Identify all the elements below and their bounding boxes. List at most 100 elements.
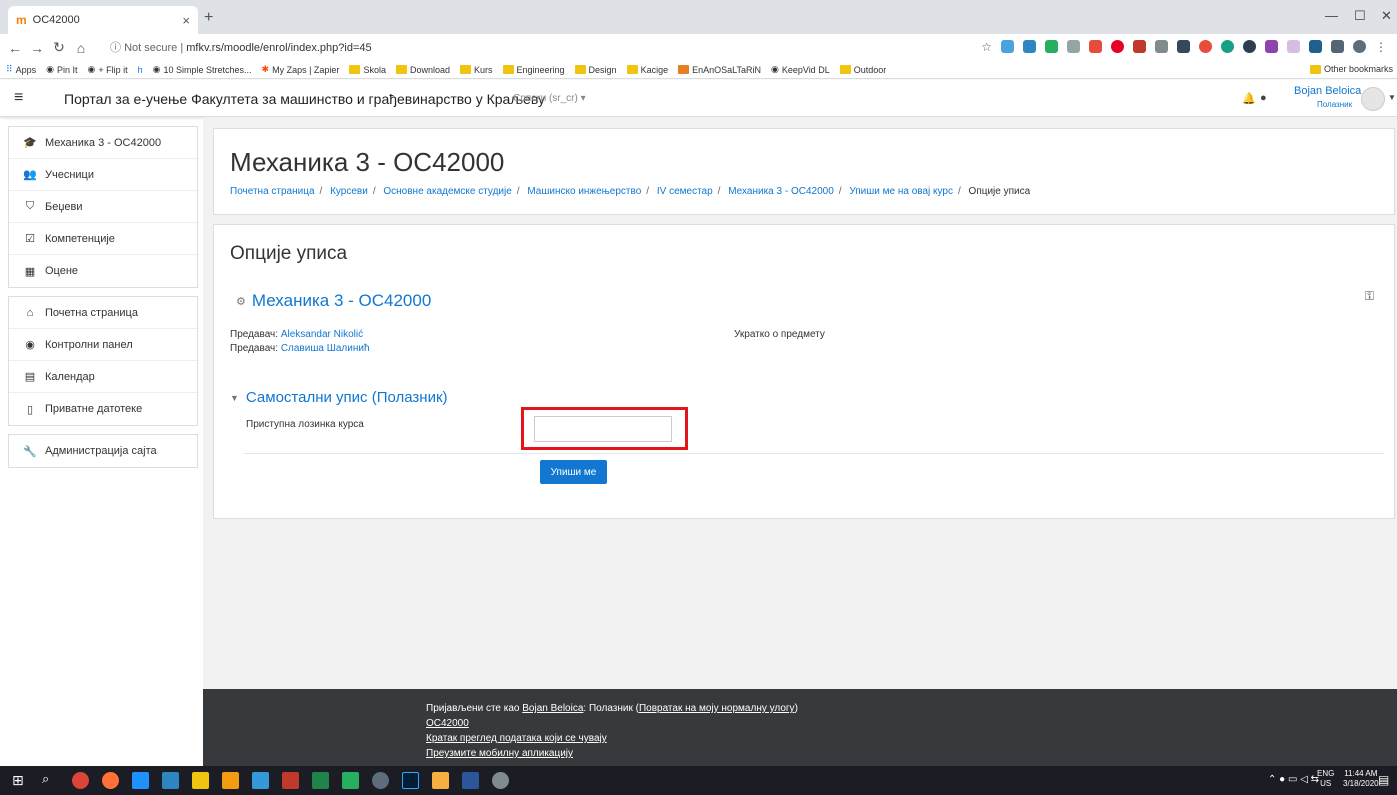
teacher-link[interactable]: Aleksandar Nikolić [281,329,363,340]
bookmark-item[interactable]: h [138,65,143,75]
app-icon[interactable] [492,772,509,789]
mobile-app-link[interactable]: Преузмите мобилну апликацију [426,748,573,759]
sidebar-item-dashboard[interactable]: ◉ Контролни панел [9,329,197,361]
extension-icon[interactable] [1133,40,1146,53]
sidebar-item-course[interactable]: 🎓 Механика 3 - OC42000 [9,127,197,159]
extension-icon[interactable] [1309,40,1322,53]
extension-icon[interactable] [1155,40,1168,53]
bookmark-folder[interactable]: Download [395,65,450,75]
hamburger-menu-icon[interactable]: ≡ [14,89,23,107]
extension-icon[interactable] [1177,40,1190,53]
sidebar-item-calendar[interactable]: ▤ Календар [9,361,197,393]
clock[interactable]: 11:44 AM 3/18/2020 [1343,769,1379,789]
enrolment-key-input[interactable] [534,416,672,442]
sidebar-item-badges[interactable]: ⛉ Беџеви [9,191,197,223]
extension-icon[interactable] [1265,40,1278,53]
extension-icon[interactable] [1089,40,1102,53]
course-footer-link[interactable]: OC42000 [426,718,469,729]
sidebar-item-grades[interactable]: ▦ Оцене [9,255,197,287]
extension-icon[interactable] [1243,40,1256,53]
sidebar-item-private-files[interactable]: ▯ Приватне датотеке [9,393,197,425]
return-role-link[interactable]: Повратак на моју нормалну улогу [639,703,795,714]
save-disk-icon[interactable] [252,772,269,789]
forward-icon[interactable]: → [26,40,48,56]
store-icon[interactable] [432,772,449,789]
bookmark-folder[interactable]: Design [574,65,617,75]
extension-icon[interactable] [1045,40,1058,53]
extension-icon[interactable] [1023,40,1036,53]
notification-center-icon[interactable]: ▤ [1378,773,1389,787]
other-bookmarks[interactable]: Other bookmarks [1309,64,1393,74]
extension-icon[interactable] [1001,40,1014,53]
close-window-icon[interactable]: ✕ [1381,8,1392,24]
extension-icon[interactable] [1111,40,1124,53]
pdf-icon[interactable] [282,772,299,789]
folder-icon[interactable] [192,772,209,789]
chevron-down-icon[interactable]: ▼ [1388,93,1396,102]
firefox-icon[interactable] [102,772,119,789]
windows-start-icon[interactable]: ⊞ [12,772,24,789]
new-tab-button[interactable]: + [204,9,213,27]
maximize-icon[interactable]: ☐ [1354,8,1366,24]
sidebar-item-competencies[interactable]: ☑ Компетенције [9,223,197,255]
sidebar-item-home[interactable]: ⌂ Почетна страница [9,297,197,329]
back-icon[interactable]: ← [4,40,26,56]
bookmark-item[interactable]: ✱ My Zaps | Zapier [262,64,340,75]
breadcrumb-link[interactable]: Основне академске студије [383,186,511,197]
photoshop-icon[interactable] [402,772,419,789]
app-icon[interactable] [222,772,239,789]
self-enrol-section-toggle[interactable]: ▼ Самостални упис (Полазник) [230,389,448,406]
extension-icon[interactable] [1331,40,1344,53]
excel-icon[interactable] [312,772,329,789]
menu-icon[interactable]: ⋮ [1375,40,1387,54]
messages-icon[interactable]: ● [1260,92,1267,104]
chrome-icon[interactable] [72,772,89,789]
bookmark-folder[interactable]: Outdoor [839,65,886,75]
keyboard-language[interactable]: ENG US [1317,769,1334,789]
extension-icon[interactable] [1199,40,1212,53]
home-browser-icon[interactable]: ⌂ [70,40,92,56]
bookmark-item[interactable]: ◉ 10 Simple Stretches... [153,64,252,75]
bookmark-item[interactable]: ◉ Pin It [46,64,77,75]
breadcrumb-link[interactable]: Машинско инжењерство [527,186,641,197]
enrol-me-button[interactable]: Упиши ме [540,460,607,484]
breadcrumb-link[interactable]: IV семестар [657,186,713,197]
star-icon[interactable]: ☆ [981,40,992,54]
data-retention-link[interactable]: Кратак преглед података који се чувају [426,733,607,744]
url-field[interactable]: ⓘ Not secure | mfkv.rs/moodle/enrol/inde… [110,39,372,55]
breadcrumb-link[interactable]: Упиши ме на овај курс [849,186,953,197]
minimize-icon[interactable]: — [1325,8,1338,23]
bookmark-folder[interactable]: Engineering [502,65,565,75]
breadcrumb-link[interactable]: Курсеви [330,186,368,197]
extension-icon[interactable] [1287,40,1300,53]
extension-icon[interactable] [1221,40,1234,53]
browser-tab[interactable]: m OC42000 × [8,6,198,34]
bookmark-item[interactable]: EnAnOSaLTaRiN [678,65,761,75]
bookmark-apps[interactable]: ⠿ Apps [6,64,36,75]
bookmark-folder[interactable]: Kacige [626,65,668,75]
breadcrumb-link[interactable]: Механика 3 - OC42000 [728,186,834,197]
bookmark-folder[interactable]: Skola [349,65,386,75]
avatar[interactable] [1361,87,1385,111]
sidebar-item-site-admin[interactable]: 🔧 Администрација сајта [9,435,197,467]
bookmark-item[interactable]: ◉ + Flip it [87,64,127,75]
app-icon[interactable] [372,772,389,789]
edge-icon[interactable] [132,772,149,789]
language-selector[interactable]: Српски (sr_cr) ▾ [513,93,586,104]
notification-bell-icon[interactable]: 🔔 [1242,92,1256,105]
file-manager-icon[interactable] [162,772,179,789]
course-link[interactable]: ⚙ Механика 3 - OC42000 [236,291,431,311]
search-icon[interactable]: ⌕ [42,771,49,787]
bookmark-item[interactable]: ◉ KeepVid DL [771,64,830,75]
close-tab-icon[interactable]: × [182,13,190,28]
teacher-link[interactable]: Славиша Шалинић [281,343,370,354]
breadcrumb-link[interactable]: Почетна страница [230,186,315,197]
app-icon[interactable] [342,772,359,789]
bookmark-folder[interactable]: Kurs [459,65,493,75]
word-icon[interactable] [462,772,479,789]
site-title[interactable]: Портал за е-учење Факултета за машинство… [64,91,545,107]
system-tray-icons[interactable]: ⌃ ● ▭ ◁ ⇆ [1268,774,1319,785]
user-name[interactable]: Bojan Beloica [1294,85,1361,97]
profile-avatar-icon[interactable] [1353,40,1366,53]
extension-icon[interactable] [1067,40,1080,53]
